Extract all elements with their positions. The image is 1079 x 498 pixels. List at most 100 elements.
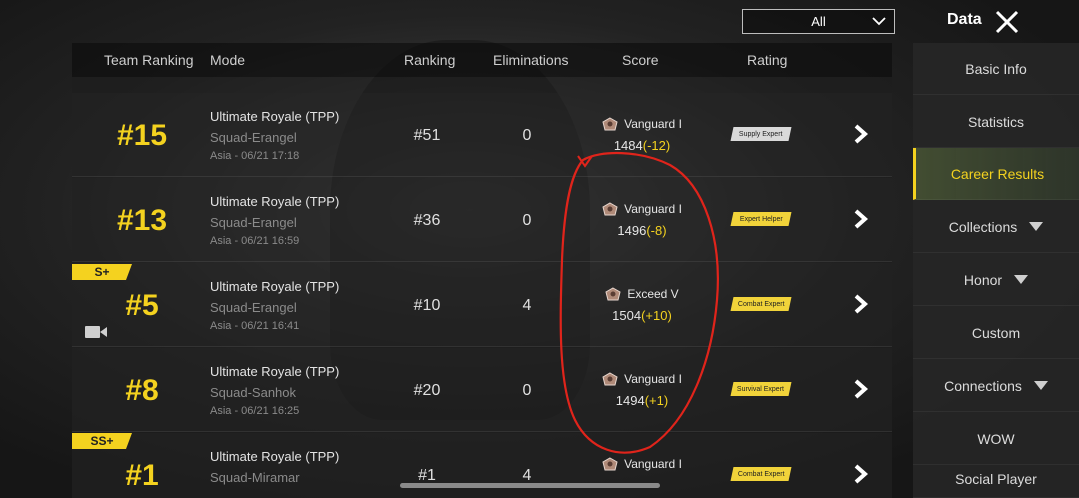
rating-label: Combat Expert [737, 300, 785, 308]
chevron-right-icon[interactable] [850, 123, 872, 145]
sidebar-item-label: Custom [971, 324, 1021, 341]
table-row[interactable]: #8 Ultimate Royale (TPP) Squad-Sanhok As… [72, 348, 892, 432]
close-icon[interactable] [994, 9, 1020, 35]
table-row[interactable]: #13 Ultimate Royale (TPP) Squad-Erangel … [72, 178, 892, 262]
sidebar-item-career-results[interactable]: Career Results [913, 148, 1079, 200]
mode-title: Ultimate Royale (TPP) [210, 194, 340, 209]
table-header: Team Ranking Mode Ranking Eliminations S… [72, 43, 892, 77]
rating-label: Combat Expert [737, 470, 785, 478]
chevron-right-icon[interactable] [850, 378, 872, 400]
triangle-down-icon [1014, 275, 1029, 284]
tier-label: Vanguard I [582, 202, 702, 216]
match-time: Asia - 06/21 17:18 [210, 150, 300, 162]
rating-tag: Combat Expert [730, 297, 792, 311]
sidebar-item-custom[interactable]: Custom [913, 307, 1079, 359]
mode-map: Squad-Miramar [210, 470, 300, 485]
sidebar-item-label: Career Results [950, 165, 1045, 182]
triangle-down-icon [1029, 222, 1044, 231]
eliminations-count: 0 [522, 382, 532, 399]
mode-map: Squad-Erangel [210, 215, 297, 230]
mode-title: Ultimate Royale (TPP) [210, 109, 340, 124]
score-number: 1484 [613, 138, 643, 153]
filter-value: All [811, 14, 826, 29]
sidebar-item-label: WOW [977, 430, 1015, 447]
tier-name: Vanguard I [624, 457, 682, 471]
mode-title: Ultimate Royale (TPP) [210, 279, 340, 294]
match-ranking: #36 [413, 212, 441, 229]
sidebar-item-label: Collections [948, 218, 1018, 235]
match-ranking: #20 [413, 382, 441, 399]
sidebar-item-basic-info[interactable]: Basic Info [913, 43, 1079, 95]
tier-label: Exceed V [582, 287, 702, 301]
sidebar-item-honor[interactable]: Honor [913, 254, 1079, 306]
sidebar-item-label: Statistics [967, 113, 1024, 130]
tier-label: Vanguard I [582, 117, 702, 131]
team-rank: #1 [125, 459, 159, 492]
horizontal-scrollbar[interactable] [400, 483, 660, 488]
sidebar-item-wow[interactable]: WOW [913, 413, 1079, 465]
video-camera-icon[interactable] [84, 323, 108, 341]
team-rank: #13 [116, 204, 168, 237]
match-time: Asia - 06/21 16:59 [210, 235, 300, 247]
mode-title: Ultimate Royale (TPP) [210, 364, 340, 379]
triangle-down-icon [1033, 381, 1048, 390]
sidebar-item-social-player[interactable]: Social Player [913, 460, 1079, 498]
sidebar-item-connections[interactable]: Connections [913, 360, 1079, 412]
rating-tag: Supply Expert [730, 127, 792, 141]
team-rank: #5 [125, 289, 159, 322]
rating-label: Supply Expert [739, 130, 783, 138]
score-value: 1494(+1) [582, 393, 702, 408]
match-ranking: #10 [413, 297, 441, 314]
column-header-eliminations: Eliminations [493, 52, 569, 68]
column-header-team-ranking: Team Ranking [104, 52, 194, 68]
tier-label: Vanguard I [582, 372, 702, 386]
score-delta: (+10) [641, 308, 672, 323]
rank-badge-icon [605, 287, 621, 301]
score-delta: (+1) [644, 393, 669, 408]
chevron-right-icon[interactable] [850, 463, 872, 485]
score-number: 1496 [617, 223, 647, 238]
rating-tag: Survival Expert [730, 382, 792, 396]
rating-tag: Expert Helper [730, 212, 792, 226]
sidebar-item-label: Honor [963, 271, 1003, 288]
table-row[interactable]: #15 Ultimate Royale (TPP) Squad-Erangel … [72, 93, 892, 177]
score-number: 1494 [615, 393, 645, 408]
eliminations-count: 4 [522, 297, 532, 314]
score-value: 1496(-8) [582, 223, 702, 238]
table-row[interactable]: #5 Ultimate Royale (TPP) Squad-Erangel A… [72, 263, 892, 347]
mode-filter-dropdown[interactable]: All [742, 9, 895, 34]
score-delta: (-8) [646, 223, 667, 238]
sidebar-item-label: Connections [944, 377, 1022, 394]
match-time: Asia - 06/21 16:25 [210, 405, 300, 417]
tier-name: Vanguard I [624, 117, 682, 131]
column-header-rating: Rating [747, 52, 788, 68]
rating-label: Survival Expert [737, 385, 785, 393]
chevron-right-icon[interactable] [850, 208, 872, 230]
mode-map: Squad-Erangel [210, 130, 297, 145]
rank-badge-icon [602, 117, 618, 131]
rank-badge-icon [602, 202, 618, 216]
tier-name: Vanguard I [624, 372, 682, 386]
chevron-down-icon [872, 17, 886, 26]
mode-title: Ultimate Royale (TPP) [210, 449, 340, 464]
sidebar-item-collections[interactable]: Collections [913, 201, 1079, 253]
rank-badge-icon [602, 372, 618, 386]
match-ranking: #51 [413, 127, 441, 144]
mode-map: Squad-Erangel [210, 300, 297, 315]
page-title: Data [947, 11, 982, 28]
tier-name: Exceed V [627, 287, 679, 301]
sidebar-item-label: Social Player [955, 470, 1037, 487]
column-header-mode: Mode [210, 52, 246, 68]
sidebar-item-label: Basic Info [965, 60, 1027, 77]
column-header-ranking: Ranking [404, 52, 456, 68]
eliminations-count: 0 [522, 127, 532, 144]
score-value: 1504(+10) [582, 308, 702, 323]
team-rank: #8 [125, 374, 159, 407]
rank-badge-icon [602, 457, 618, 471]
table-row[interactable]: #1 Ultimate Royale (TPP) Squad-Miramar #… [72, 433, 892, 498]
match-time: Asia - 06/21 16:41 [210, 320, 300, 332]
chevron-right-icon[interactable] [850, 293, 872, 315]
sidebar-item-statistics[interactable]: Statistics [913, 96, 1079, 148]
eliminations-count: 0 [522, 212, 532, 229]
score-delta: (-12) [642, 138, 671, 153]
